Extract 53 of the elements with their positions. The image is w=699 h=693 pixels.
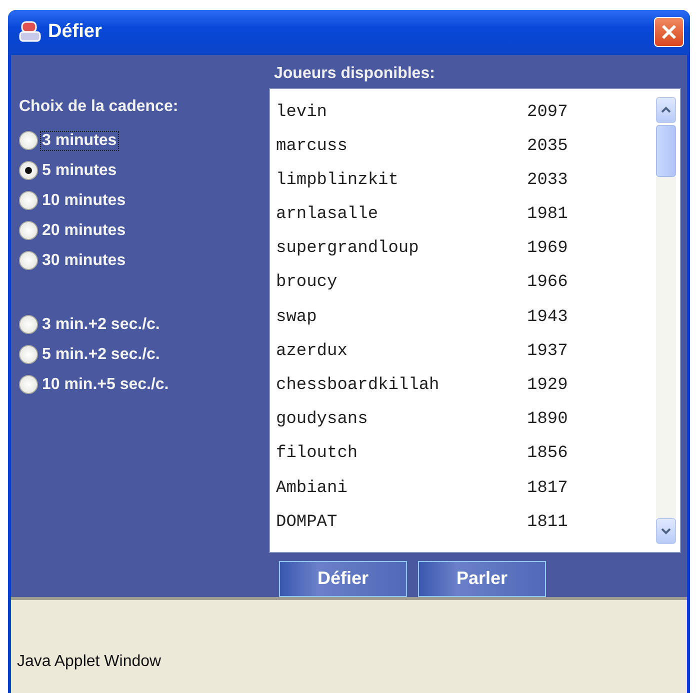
player-name[interactable]: levin xyxy=(276,102,527,122)
radio-label[interactable]: 3 minutes xyxy=(40,130,119,151)
status-text: Java Applet Window xyxy=(17,653,162,671)
player-rating: 1890 xyxy=(527,410,568,430)
player-name[interactable]: azerdux xyxy=(276,342,527,361)
radio-label[interactable]: 5 minutes xyxy=(40,160,119,181)
player-name[interactable]: goudysans xyxy=(276,410,527,430)
radio-label[interactable]: 10 min.+5 sec./c. xyxy=(40,374,171,395)
close-button[interactable] xyxy=(654,17,684,48)
app-icon xyxy=(18,20,42,44)
player-rating: 1817 xyxy=(527,478,568,498)
player-name[interactable]: supergrandloup xyxy=(276,239,527,258)
player-rating: 1943 xyxy=(527,308,568,327)
scroll-up-button[interactable] xyxy=(656,96,676,123)
radio-button[interactable] xyxy=(19,191,38,210)
player-rating: 1929 xyxy=(527,376,568,395)
radio-button[interactable] xyxy=(19,315,38,334)
player-rating: 2035 xyxy=(527,136,568,156)
player-name[interactable]: chessboardkillah xyxy=(276,376,527,395)
player-rating: 1811 xyxy=(527,512,568,532)
player-name[interactable]: filoutch xyxy=(276,444,527,464)
player-name[interactable]: Ambiani xyxy=(276,478,527,498)
radio-label[interactable]: 10 minutes xyxy=(40,190,128,211)
players-label: Joueurs disponibles: xyxy=(274,64,436,83)
cadence-label: Choix de la cadence: xyxy=(19,98,180,116)
player-name[interactable]: marcuss xyxy=(276,136,527,156)
window-title: Défier xyxy=(48,21,103,44)
radio-button[interactable] xyxy=(19,251,38,270)
radio-button[interactable] xyxy=(19,345,38,364)
radio-label[interactable]: 3 min.+2 sec./c. xyxy=(40,314,162,335)
player-name[interactable]: arnlasalle xyxy=(276,205,527,224)
player-rating: 1969 xyxy=(527,239,568,258)
radio-button[interactable] xyxy=(19,375,38,394)
player-rating: 1966 xyxy=(527,273,568,292)
radio-label[interactable]: 20 minutes xyxy=(40,220,128,241)
player-rating: 1981 xyxy=(527,205,568,224)
player-name[interactable]: limpblinzkit xyxy=(276,170,527,190)
player-name[interactable]: DOMPAT xyxy=(276,512,527,532)
radio-button[interactable] xyxy=(19,131,38,150)
radio-label[interactable]: 30 minutes xyxy=(40,250,128,271)
action-button[interactable]: Parler xyxy=(418,560,546,597)
player-rating: 1937 xyxy=(527,342,568,361)
radio-label[interactable]: 5 min.+2 sec./c. xyxy=(40,344,162,365)
scrollbar-thumb[interactable] xyxy=(656,124,676,177)
player-rating: 2033 xyxy=(527,170,568,190)
player-name[interactable]: swap xyxy=(276,308,527,327)
player-rating: 1856 xyxy=(527,444,568,464)
player-rating: 2097 xyxy=(527,102,568,122)
radio-button[interactable] xyxy=(19,161,38,180)
action-button[interactable]: Défier xyxy=(279,560,407,597)
player-name[interactable]: broucy xyxy=(276,273,527,292)
scroll-down-button[interactable] xyxy=(656,518,676,544)
radio-button[interactable] xyxy=(19,221,38,240)
